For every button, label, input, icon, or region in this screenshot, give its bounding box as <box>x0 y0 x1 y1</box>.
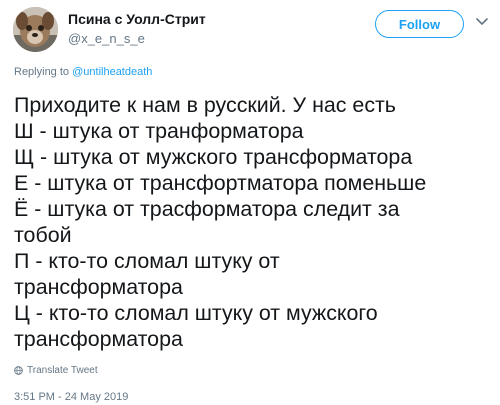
tweet-timestamp[interactable]: 3:51 PM - 24 May 2019 <box>14 391 128 403</box>
tweet-text-line: Щ - штука от мужского трансформатора <box>14 145 413 169</box>
follow-button[interactable]: Follow <box>375 10 464 38</box>
replying-to-label: Replying to <box>14 66 70 78</box>
replying-to: Replying to @untilheatdeath <box>14 66 152 78</box>
tweet-text-line: Ё - штука от трасформатора следит за <box>14 197 400 221</box>
author-handle[interactable]: @x_e_n_s_e <box>68 31 145 46</box>
tweet-text-line: Приходите к нам в русский. У нас есть <box>14 93 396 117</box>
reply-mention-link[interactable]: @untilheatdeath <box>72 66 152 78</box>
tweet-card: Псина с Уолл-Стрит @x_e_n_s_e Follow Rep… <box>0 0 500 405</box>
translate-tweet-label: Translate Tweet <box>27 365 98 376</box>
chevron-down-icon[interactable] <box>476 18 488 26</box>
avatar-image <box>13 7 58 52</box>
tweet-text-line: Ш - штука от транформатора <box>14 119 304 143</box>
translate-tweet-link[interactable]: Translate Tweet <box>14 365 98 376</box>
tweet-text-line: Ц - кто-то сломал штуку от мужского <box>14 301 378 325</box>
tweet-text-line: тобой <box>14 223 72 247</box>
tweet-text-line: П - кто-то сломал штуку от <box>14 249 280 273</box>
author-name[interactable]: Псина с Уолл-Стрит <box>68 11 206 27</box>
avatar[interactable] <box>13 7 58 52</box>
tweet-text-line: трансформатора <box>14 327 183 351</box>
globe-icon <box>14 366 23 375</box>
tweet-text-line: Е - штука от трансфортматора поменьше <box>14 171 427 195</box>
tweet-text-line: трансформатора <box>14 275 183 299</box>
tweet-text: Приходите к нам в русский. У нас есть Ш … <box>14 92 490 352</box>
